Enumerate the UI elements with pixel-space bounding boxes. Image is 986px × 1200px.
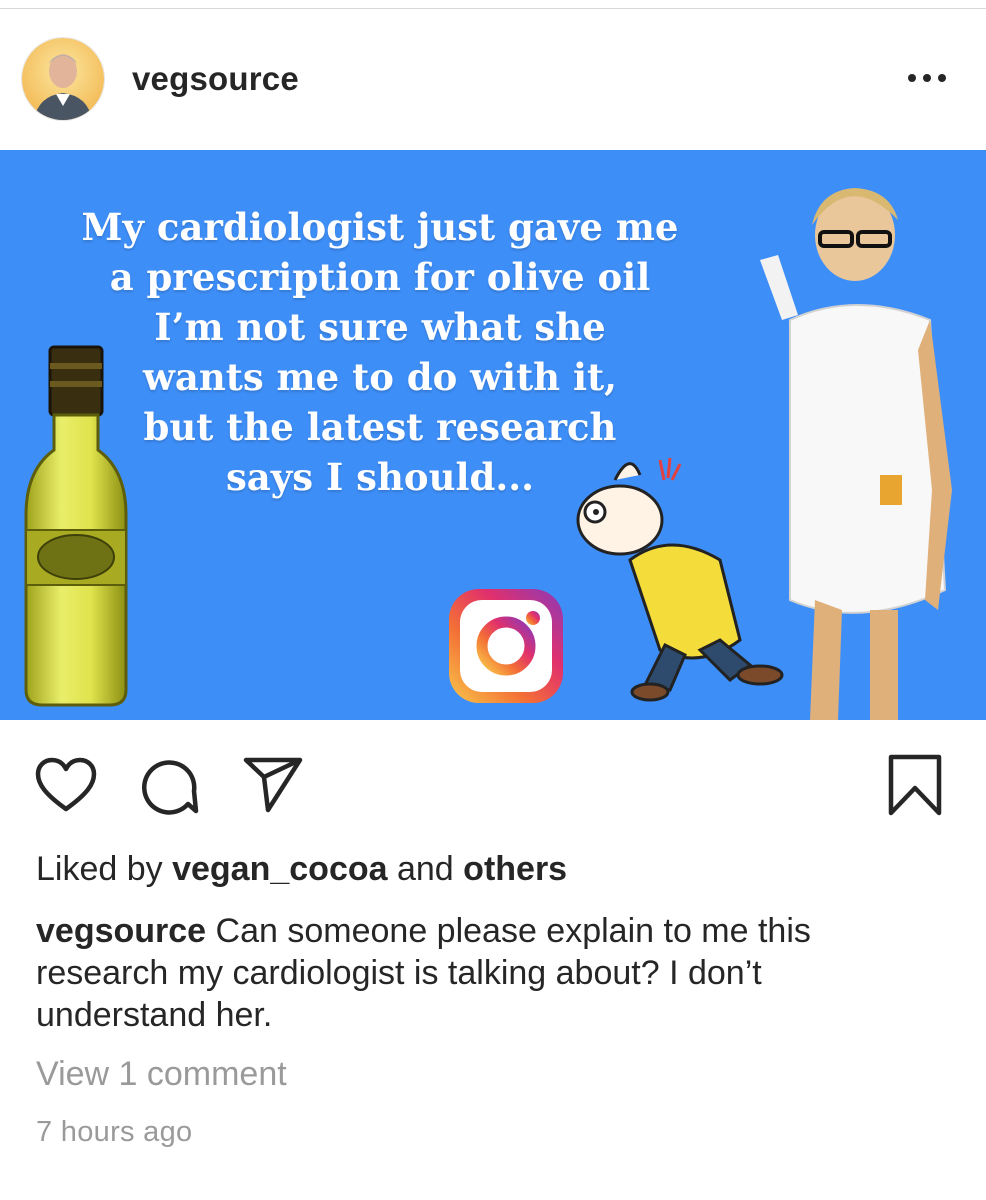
- nurse-illustration: [760, 188, 952, 720]
- top-divider: [0, 8, 986, 9]
- post-image[interactable]: My cardiologist just gave me a prescript…: [0, 150, 986, 720]
- olive-oil-bottle-illustration: [24, 345, 128, 707]
- liked-by: Liked by vegan_cocoa and others: [36, 850, 567, 889]
- caption-username[interactable]: vegsource: [36, 912, 206, 950]
- comment-icon[interactable]: [138, 755, 200, 822]
- more-horizontal-icon[interactable]: [902, 68, 952, 88]
- meme-line: I’m not sure what she: [154, 305, 606, 349]
- liked-by-others-link[interactable]: others: [463, 850, 567, 888]
- heart-icon[interactable]: [35, 757, 97, 818]
- avatar[interactable]: [22, 38, 104, 120]
- send-icon[interactable]: [242, 755, 304, 820]
- action-bar: [0, 745, 986, 825]
- meme-line: a prescription for olive oil: [109, 255, 651, 299]
- bookmark-icon[interactable]: [886, 753, 944, 822]
- liked-by-user-link[interactable]: vegan_cocoa: [172, 850, 387, 888]
- meme-line: My cardiologist just gave me: [81, 205, 679, 249]
- liked-by-prefix: Liked by: [36, 850, 173, 888]
- post-caption: vegsource Can someone please explain to …: [36, 910, 936, 1036]
- post-header: vegsource: [0, 30, 986, 130]
- view-comments-link[interactable]: View 1 comment: [36, 1055, 287, 1094]
- instagram-logo-icon: [449, 589, 563, 703]
- meme-line: wants me to do with it,: [143, 355, 617, 399]
- post-timestamp: 7 hours ago: [36, 1116, 193, 1148]
- liked-by-and: and: [387, 850, 464, 888]
- post-username[interactable]: vegsource: [132, 60, 299, 98]
